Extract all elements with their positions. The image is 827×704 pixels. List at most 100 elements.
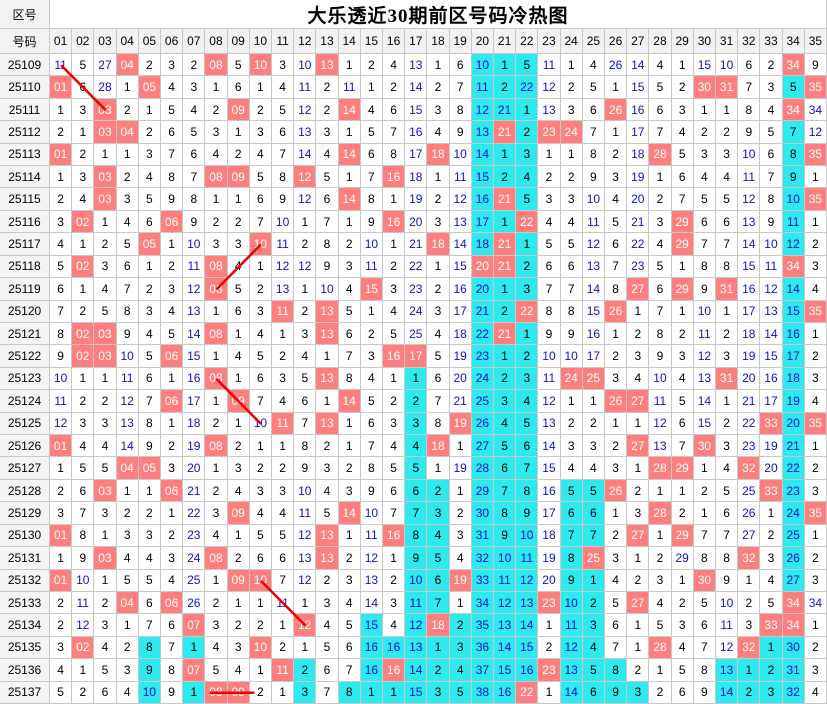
count-cell: 1 bbox=[227, 412, 250, 436]
count-cell: 33 bbox=[471, 569, 494, 592]
hit-cell: 34 bbox=[782, 98, 805, 122]
count-cell: 6 bbox=[760, 143, 783, 167]
count-cell: 5 bbox=[605, 591, 628, 615]
count-cell: 6 bbox=[560, 502, 583, 525]
hit-cell: 11 bbox=[272, 300, 295, 323]
count-cell: 2 bbox=[560, 166, 583, 189]
hit-cell: 23 bbox=[538, 591, 561, 615]
count-cell: 6 bbox=[116, 255, 139, 279]
count-cell: 2 bbox=[516, 345, 539, 368]
count-cell: 25 bbox=[405, 322, 428, 346]
column-header: 21 bbox=[494, 29, 517, 54]
count-cell: 1 bbox=[272, 322, 295, 346]
count-cell: 8 bbox=[360, 457, 383, 480]
count-cell: 23 bbox=[183, 524, 206, 548]
column-header: 30 bbox=[693, 29, 716, 54]
count-cell: 1 bbox=[449, 591, 472, 615]
count-cell: 1 bbox=[138, 479, 161, 503]
hit-cell: 08 bbox=[205, 681, 228, 704]
hit-cell: 24 bbox=[560, 367, 583, 391]
count-cell: 12 bbox=[360, 547, 383, 570]
issue-label: 25128 bbox=[0, 479, 50, 503]
count-cell: 27 bbox=[782, 569, 805, 592]
column-header: 10 bbox=[249, 29, 272, 54]
count-cell: 5 bbox=[161, 98, 184, 122]
count-cell: 10 bbox=[693, 300, 716, 323]
count-cell: 1 bbox=[383, 233, 406, 256]
count-cell: 5 bbox=[116, 569, 139, 592]
count-cell: 3 bbox=[272, 479, 295, 503]
count-cell: 8 bbox=[693, 659, 716, 682]
count-cell: 2 bbox=[338, 457, 361, 480]
count-cell: 13 bbox=[693, 367, 716, 391]
count-cell: 4 bbox=[138, 166, 161, 189]
count-cell: 5 bbox=[716, 479, 739, 503]
count-cell: 14 bbox=[582, 278, 605, 301]
count-cell: 1 bbox=[50, 166, 73, 189]
count-cell: 2 bbox=[383, 569, 406, 592]
count-cell: 13 bbox=[405, 54, 428, 77]
count-cell: 14 bbox=[538, 435, 561, 458]
count-cell: 25 bbox=[183, 569, 206, 592]
count-cell: 11 bbox=[50, 390, 73, 413]
count-cell: 6 bbox=[427, 367, 450, 391]
issue-label: 25112 bbox=[0, 121, 50, 144]
count-cell: 2 bbox=[138, 502, 161, 525]
hit-cell: 26 bbox=[605, 390, 628, 413]
count-cell: 11 bbox=[338, 76, 361, 99]
count-cell: 4 bbox=[560, 457, 583, 480]
count-cell: 14 bbox=[738, 233, 761, 256]
count-cell: 5 bbox=[582, 659, 605, 682]
count-cell: 12 bbox=[72, 614, 95, 637]
count-cell: 22 bbox=[516, 76, 539, 99]
count-cell: 31 bbox=[782, 659, 805, 682]
count-cell: 4 bbox=[427, 322, 450, 346]
count-cell: 2 bbox=[272, 345, 295, 368]
count-cell: 2 bbox=[427, 76, 450, 99]
count-cell: 2 bbox=[605, 435, 628, 458]
count-cell: 3 bbox=[338, 569, 361, 592]
count-cell: 2 bbox=[72, 681, 95, 704]
hit-cell: 34 bbox=[782, 614, 805, 637]
count-cell: 7 bbox=[693, 636, 716, 660]
count-cell: 9 bbox=[360, 210, 383, 234]
count-cell: 6 bbox=[138, 367, 161, 391]
count-cell: 28 bbox=[471, 457, 494, 480]
count-cell: 8 bbox=[494, 502, 517, 525]
count-cell: 1 bbox=[249, 591, 272, 615]
count-cell: 9 bbox=[50, 345, 73, 368]
count-cell: 2 bbox=[50, 479, 73, 503]
hit-cell: 10 bbox=[249, 636, 272, 660]
count-cell: 20 bbox=[183, 457, 206, 480]
count-cell: 8 bbox=[338, 681, 361, 704]
count-cell: 23 bbox=[471, 345, 494, 368]
issue-label: 25125 bbox=[0, 412, 50, 436]
count-cell: 9 bbox=[161, 188, 184, 211]
count-cell: 17 bbox=[627, 121, 650, 144]
count-cell: 4 bbox=[716, 457, 739, 480]
count-cell: 1 bbox=[94, 524, 117, 548]
count-cell: 3 bbox=[360, 345, 383, 368]
count-cell: 16 bbox=[627, 98, 650, 122]
count-cell: 2 bbox=[627, 569, 650, 592]
count-cell: 19 bbox=[627, 166, 650, 189]
count-cell: 7 bbox=[50, 300, 73, 323]
count-cell: 5 bbox=[605, 210, 628, 234]
hit-cell: 34 bbox=[782, 255, 805, 279]
count-cell: 3 bbox=[227, 457, 250, 480]
count-cell: 3 bbox=[582, 435, 605, 458]
count-cell: 2 bbox=[249, 681, 272, 704]
count-cell: 1 bbox=[494, 54, 517, 77]
count-cell: 1 bbox=[427, 457, 450, 480]
count-cell: 21 bbox=[449, 390, 472, 413]
hit-cell: 09 bbox=[227, 98, 250, 122]
count-cell: 4 bbox=[161, 76, 184, 99]
count-cell: 6 bbox=[605, 614, 628, 637]
count-cell: 4 bbox=[94, 636, 117, 660]
hit-cell: 14 bbox=[338, 390, 361, 413]
count-cell: 4 bbox=[538, 210, 561, 234]
column-header: 29 bbox=[671, 29, 694, 54]
count-cell: 3 bbox=[605, 367, 628, 391]
count-cell: 1 bbox=[693, 457, 716, 480]
count-cell: 6 bbox=[360, 412, 383, 436]
